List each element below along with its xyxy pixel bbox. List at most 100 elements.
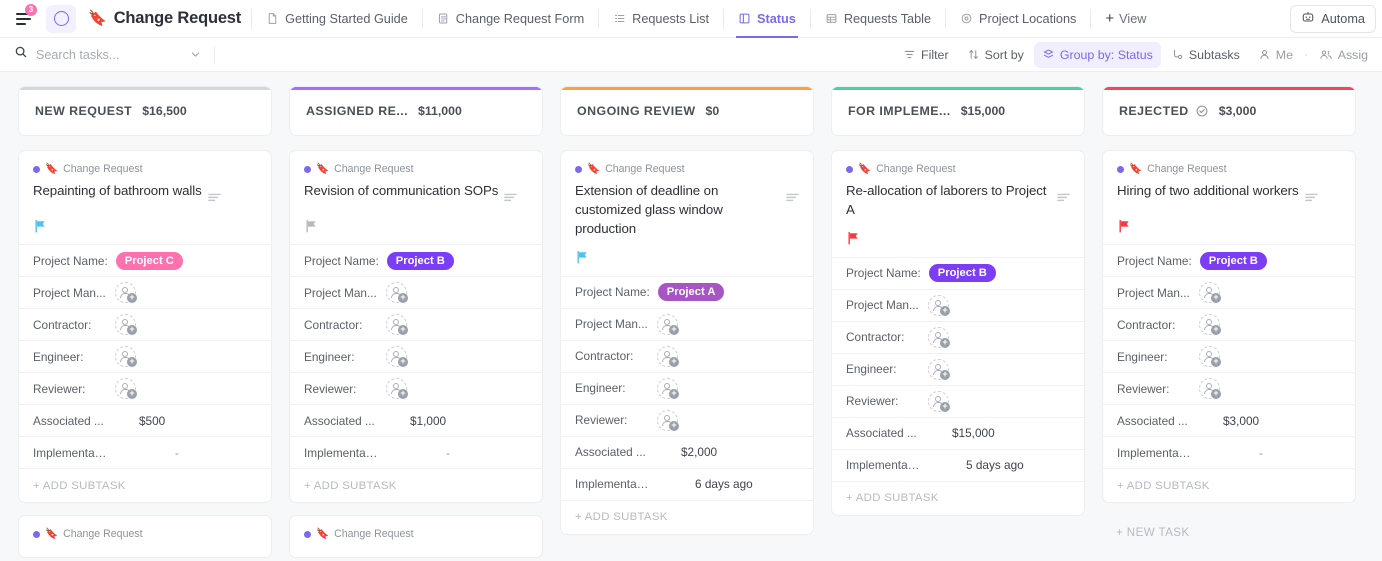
field-row[interactable]: Reviewer:+ xyxy=(19,372,271,404)
space-avatar-button[interactable] xyxy=(46,5,76,33)
sort-button[interactable]: Sort by xyxy=(959,42,1032,68)
group-by-button[interactable]: Group by: Status xyxy=(1034,42,1161,68)
field-row-project-name[interactable]: Project Name:Project B xyxy=(290,244,542,276)
add-assignee-avatar[interactable]: + xyxy=(115,346,136,367)
assignees-button[interactable]: Assig xyxy=(1311,42,1376,68)
filter-button[interactable]: Filter xyxy=(895,42,957,68)
field-row[interactable]: Contractor:+ xyxy=(1103,308,1355,340)
field-row-project-name[interactable]: Project Name:Project C xyxy=(19,244,271,276)
tab-status[interactable]: Status xyxy=(728,0,806,38)
tab-project-locations[interactable]: Project Locations xyxy=(950,0,1086,38)
field-row[interactable]: Project Man...+ xyxy=(561,308,813,340)
field-row[interactable]: Engineer:+ xyxy=(19,340,271,372)
field-row[interactable]: Contractor:+ xyxy=(290,308,542,340)
priority-flag[interactable] xyxy=(1117,217,1341,234)
priority-flag[interactable] xyxy=(33,217,257,234)
add-assignee-avatar[interactable]: + xyxy=(928,295,949,316)
add-assignee-avatar[interactable]: + xyxy=(115,314,136,335)
add-assignee-avatar[interactable]: + xyxy=(1199,346,1220,367)
field-row[interactable]: Associated ...$2,000 xyxy=(561,436,813,468)
add-subtask-button[interactable]: + ADD SUBTASK xyxy=(832,481,1084,515)
column-header[interactable]: ASSIGNED RE...$11,000 xyxy=(289,86,543,136)
field-row[interactable]: Associated ...$500 xyxy=(19,404,271,436)
field-row[interactable]: Reviewer:+ xyxy=(1103,372,1355,404)
field-row[interactable]: Contractor:+ xyxy=(832,321,1084,353)
field-row-project-name[interactable]: Project Name:Project A xyxy=(561,276,813,308)
field-row[interactable]: Engineer:+ xyxy=(832,353,1084,385)
add-assignee-avatar[interactable]: + xyxy=(657,314,678,335)
field-row[interactable]: Reviewer:+ xyxy=(561,404,813,436)
project-pill[interactable]: Project A xyxy=(658,283,725,301)
add-assignee-avatar[interactable]: + xyxy=(928,391,949,412)
column-header[interactable]: NEW REQUEST$16,500 xyxy=(18,86,272,136)
tab-getting-started-guide[interactable]: Getting Started Guide xyxy=(256,0,418,38)
field-row[interactable]: Associated ...$15,000 xyxy=(832,417,1084,449)
column-header[interactable]: FOR IMPLEME...$15,000 xyxy=(831,86,1085,136)
add-assignee-avatar[interactable]: + xyxy=(1199,314,1220,335)
project-pill[interactable]: Project B xyxy=(929,264,996,282)
me-filter-button[interactable]: Me xyxy=(1250,42,1301,68)
field-row[interactable]: Project Man...+ xyxy=(1103,276,1355,308)
add-assignee-avatar[interactable]: + xyxy=(115,378,136,399)
space-title[interactable]: 🔖 Change Request xyxy=(88,9,241,28)
subtasks-button[interactable]: Subtasks xyxy=(1163,42,1248,68)
add-subtask-button[interactable]: + ADD SUBTASK xyxy=(1103,468,1355,502)
field-row[interactable]: Engineer:+ xyxy=(561,372,813,404)
add-assignee-avatar[interactable]: + xyxy=(115,282,136,303)
add-assignee-avatar[interactable]: + xyxy=(386,282,407,303)
automations-button[interactable]: Automa xyxy=(1290,5,1376,33)
add-assignee-avatar[interactable]: + xyxy=(657,346,678,367)
field-row[interactable]: Project Man...+ xyxy=(832,289,1084,321)
task-card[interactable]: 🔖Change RequestHiring of two additional … xyxy=(1102,150,1356,503)
field-row[interactable]: Project Man...+ xyxy=(290,276,542,308)
add-view-button[interactable]: + View xyxy=(1095,0,1156,38)
field-row[interactable]: Implementat...6 days ago xyxy=(561,468,813,500)
tab-change-request-form[interactable]: Change Request Form xyxy=(427,0,594,38)
sidebar-toggle-button[interactable]: 3 xyxy=(8,4,38,34)
field-row[interactable]: Implementat...- xyxy=(290,436,542,468)
column-header[interactable]: REJECTED$3,000 xyxy=(1102,86,1356,136)
priority-flag[interactable] xyxy=(304,217,528,234)
field-row[interactable]: Engineer:+ xyxy=(1103,340,1355,372)
task-card[interactable]: 🔖Change RequestRepainting of bathroom wa… xyxy=(18,150,272,503)
add-assignee-avatar[interactable]: + xyxy=(1199,282,1220,303)
field-row[interactable]: Associated ...$1,000 xyxy=(290,404,542,436)
add-subtask-button[interactable]: + ADD SUBTASK xyxy=(290,468,542,502)
priority-flag[interactable] xyxy=(846,230,1070,247)
add-assignee-avatar[interactable]: + xyxy=(657,378,678,399)
tab-requests-list[interactable]: Requests List xyxy=(603,0,719,38)
task-card[interactable]: 🔖Change RequestRevision of communication… xyxy=(289,150,543,503)
field-row[interactable]: Reviewer:+ xyxy=(290,372,542,404)
field-row[interactable]: Contractor:+ xyxy=(561,340,813,372)
add-subtask-button[interactable]: + ADD SUBTASK xyxy=(561,500,813,534)
search-input[interactable]: Search tasks... xyxy=(8,41,208,69)
field-row[interactable]: Engineer:+ xyxy=(290,340,542,372)
task-card[interactable]: 🔖Change Request xyxy=(289,515,543,558)
field-row[interactable]: Reviewer:+ xyxy=(832,385,1084,417)
add-assignee-avatar[interactable]: + xyxy=(657,410,678,431)
project-pill[interactable]: Project B xyxy=(1200,252,1267,270)
add-assignee-avatar[interactable]: + xyxy=(386,346,407,367)
add-assignee-avatar[interactable]: + xyxy=(1199,378,1220,399)
task-card[interactable]: 🔖Change RequestExtension of deadline on … xyxy=(560,150,814,535)
field-row-project-name[interactable]: Project Name:Project B xyxy=(1103,244,1355,276)
add-assignee-avatar[interactable]: + xyxy=(928,359,949,380)
field-row[interactable]: Implementat...5 days ago xyxy=(832,449,1084,481)
field-row[interactable]: Implementat...- xyxy=(1103,436,1355,468)
project-pill[interactable]: Project C xyxy=(116,252,183,270)
add-subtask-button[interactable]: + ADD SUBTASK xyxy=(19,468,271,502)
field-row-project-name[interactable]: Project Name:Project B xyxy=(832,257,1084,289)
add-assignee-avatar[interactable]: + xyxy=(386,378,407,399)
add-assignee-avatar[interactable]: + xyxy=(386,314,407,335)
field-row[interactable]: Contractor:+ xyxy=(19,308,271,340)
new-task-button[interactable]: + NEW TASK xyxy=(1102,515,1356,549)
task-card[interactable]: 🔖Change Request xyxy=(18,515,272,558)
add-assignee-avatar[interactable]: + xyxy=(928,327,949,348)
project-pill[interactable]: Project B xyxy=(387,252,454,270)
task-card[interactable]: 🔖Change RequestRe-allocation of laborers… xyxy=(831,150,1085,516)
field-row[interactable]: Implementat...- xyxy=(19,436,271,468)
field-row[interactable]: Associated ...$3,000 xyxy=(1103,404,1355,436)
priority-flag[interactable] xyxy=(575,249,799,266)
column-header[interactable]: ONGOING REVIEW$0 xyxy=(560,86,814,136)
tab-requests-table[interactable]: Requests Table xyxy=(815,0,941,38)
